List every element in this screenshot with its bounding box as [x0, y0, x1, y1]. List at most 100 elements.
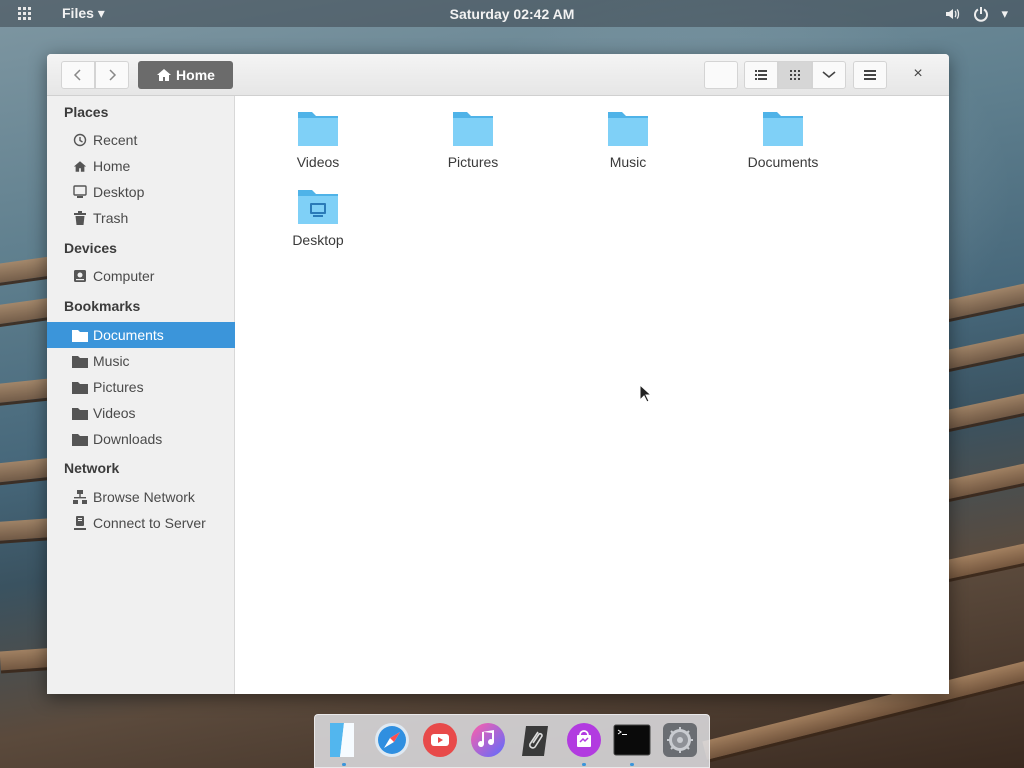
menu-button[interactable]: [853, 61, 887, 89]
music-icon: [471, 723, 505, 757]
folder-icon: [72, 327, 88, 343]
sidebar-item-label: Music: [93, 353, 130, 369]
compass-icon: [375, 723, 409, 757]
file-name: Documents: [747, 154, 819, 170]
app-menu[interactable]: Files ▾: [62, 5, 105, 22]
file-item-pictures[interactable]: Pictures: [413, 108, 533, 180]
chevron-down-icon[interactable]: ▾: [1001, 6, 1008, 22]
sidebar-item-music[interactable]: Music: [47, 348, 235, 374]
sidebar: Places Recent Home Desktop Trash Devices…: [47, 96, 235, 694]
sidebar-item-label: Trash: [93, 210, 129, 226]
sidebar-item-label: Downloads: [93, 431, 163, 447]
path-bar-home-button[interactable]: Home: [138, 61, 233, 89]
home-icon: [72, 158, 88, 174]
sidebar-item-downloads[interactable]: Downloads: [47, 426, 235, 452]
file-view[interactable]: Videos Pictures Music Documents Desktop: [236, 96, 949, 694]
sidebar-item-videos[interactable]: Videos: [47, 400, 235, 426]
clock-icon: [72, 132, 88, 148]
sidebar-section-devices: Devices: [64, 240, 117, 256]
dock: [314, 714, 710, 768]
system-tray: ▾: [945, 0, 1008, 27]
sidebar-item-label: Videos: [93, 405, 136, 421]
header-bar: Home ×: [47, 54, 949, 96]
forward-button[interactable]: [95, 61, 129, 89]
sidebar-item-browse-network[interactable]: Browse Network: [47, 484, 235, 510]
folder-icon: [298, 112, 338, 146]
sidebar-item-label: Documents: [93, 327, 164, 343]
applications-menu-icon[interactable]: [18, 6, 32, 21]
folder-icon: [608, 112, 648, 146]
close-window-button[interactable]: ×: [907, 63, 929, 85]
server-icon: [72, 515, 88, 531]
dock-item-browser[interactable]: [373, 721, 411, 759]
youtube-icon: [423, 723, 457, 757]
file-name: Videos: [296, 154, 340, 170]
folder-icon: [763, 112, 803, 146]
list-view-icon: [755, 70, 767, 80]
file-item-documents[interactable]: Documents: [723, 108, 843, 180]
sidebar-item-trash[interactable]: Trash: [47, 205, 235, 231]
sidebar-item-computer[interactable]: Computer: [47, 263, 235, 289]
sidebar-section-places: Places: [64, 104, 109, 120]
volume-icon[interactable]: [945, 7, 961, 21]
sidebar-item-recent[interactable]: Recent: [47, 127, 235, 153]
view-options-button[interactable]: [812, 61, 846, 89]
sidebar-item-label: Pictures: [93, 379, 144, 395]
dock-item-terminal[interactable]: [613, 721, 651, 766]
gear-icon: [663, 723, 697, 757]
clock-indicator: Saturday 02:42 AM: [0, 6, 1024, 22]
terminal-icon: [613, 724, 651, 756]
paperclip-icon: [522, 726, 548, 756]
files-icon: [330, 723, 354, 757]
folder-icon: [453, 112, 493, 146]
back-button[interactable]: [61, 61, 95, 89]
sidebar-item-label: Connect to Server: [93, 515, 206, 531]
running-indicator: [630, 763, 634, 766]
file-item-videos[interactable]: Videos: [258, 108, 378, 180]
trash-icon: [72, 210, 88, 226]
sidebar-item-label: Desktop: [93, 184, 145, 200]
sidebar-item-connect-to-server[interactable]: Connect to Server: [47, 510, 235, 536]
folder-icon: [72, 353, 88, 369]
home-icon: [157, 69, 172, 81]
sidebar-item-label: Computer: [93, 268, 155, 284]
file-manager-window: Home × Places Recent Home Desktop Trash …: [47, 54, 949, 694]
desktop-folder-icon: [298, 190, 338, 224]
file-item-music[interactable]: Music: [568, 108, 688, 180]
search-button[interactable]: [704, 61, 738, 89]
folder-icon: [72, 405, 88, 421]
file-name: Music: [609, 154, 647, 170]
grid-view-icon: [790, 70, 800, 80]
dock-item-appcenter[interactable]: [565, 721, 603, 766]
clock-label[interactable]: Saturday 02:42 AM: [450, 6, 575, 22]
grid-view-button[interactable]: [778, 61, 812, 89]
top-panel: Files ▾ Saturday 02:42 AM ▾: [0, 0, 1024, 27]
dock-item-videos[interactable]: [421, 721, 459, 759]
sidebar-item-documents[interactable]: Documents: [47, 322, 235, 348]
sidebar-item-label: Home: [93, 158, 131, 174]
running-indicator: [582, 763, 586, 766]
folder-icon: [72, 431, 88, 447]
chevron-left-icon: [73, 69, 81, 81]
hamburger-menu-icon: [864, 70, 876, 80]
file-name: Desktop: [292, 232, 344, 248]
dock-item-files[interactable]: [325, 721, 363, 766]
dock-item-notes[interactable]: [517, 721, 555, 759]
dock-item-settings[interactable]: [661, 721, 699, 759]
sidebar-item-pictures[interactable]: Pictures: [47, 374, 235, 400]
sidebar-item-label: Browse Network: [93, 489, 195, 505]
sidebar-item-home[interactable]: Home: [47, 153, 235, 179]
list-view-button[interactable]: [744, 61, 778, 89]
sidebar-item-desktop[interactable]: Desktop: [47, 179, 235, 205]
drive-icon: [72, 268, 88, 284]
power-icon[interactable]: [973, 6, 989, 22]
dock-item-music[interactable]: [469, 721, 507, 759]
file-item-desktop[interactable]: Desktop: [258, 186, 378, 258]
sidebar-item-label: Recent: [93, 132, 138, 148]
chevron-down-icon: [822, 71, 836, 79]
file-name: Pictures: [447, 154, 499, 170]
close-icon: ×: [913, 65, 923, 82]
chevron-right-icon: [109, 69, 117, 81]
sidebar-section-network: Network: [64, 460, 120, 476]
mouse-cursor-icon: [639, 384, 651, 403]
